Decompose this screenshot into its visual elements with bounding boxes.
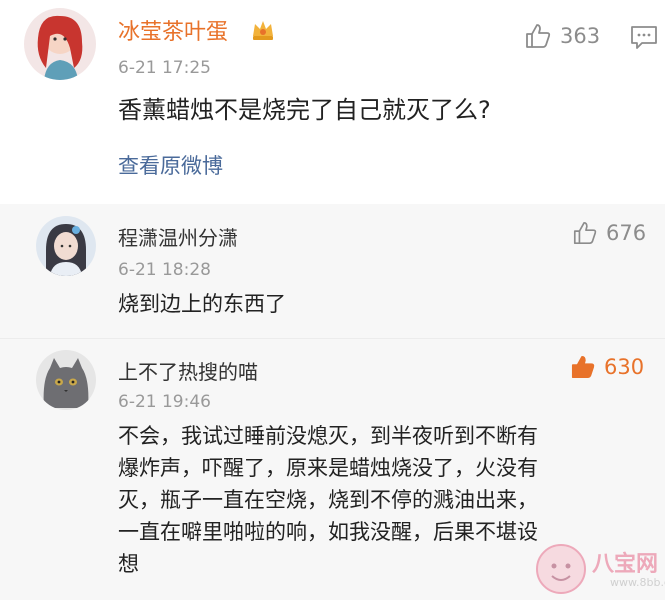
vip-badge-icon xyxy=(248,14,278,44)
thumbs-up-icon xyxy=(526,24,551,48)
like-count: 630 xyxy=(604,355,645,379)
reply-username[interactable]: 上不了热搜的喵 xyxy=(118,356,258,385)
avatar-image xyxy=(36,350,96,410)
comment-time: 6-21 17:25 xyxy=(118,58,211,78)
main-comment: 冰莹茶叶蛋 6-21 17:25 香薰蜡烛不是烧完了自己就灭了么? 查看原微博 … xyxy=(0,0,665,200)
reply-text-line: 爆炸声，吓醒了，原来是蜡烛烧没了，火没有 xyxy=(118,456,538,480)
comment-icon[interactable] xyxy=(630,24,658,50)
comment-text: 香薰蜡烛不是烧完了自己就灭了么? xyxy=(118,96,491,124)
watermark-url: www.8bb.com xyxy=(610,576,665,589)
like-count: 676 xyxy=(606,221,647,245)
avatar[interactable] xyxy=(24,8,96,80)
divider xyxy=(0,338,665,339)
watermark-text: 八宝网 xyxy=(592,552,659,577)
reply-like-button[interactable]: 630 xyxy=(570,354,644,380)
avatar[interactable] xyxy=(36,216,96,276)
watermark: 八宝网 www.8bb.com xyxy=(530,540,665,598)
avatar-image xyxy=(24,8,96,80)
thumbs-up-icon xyxy=(571,355,595,379)
watermark-logo-icon xyxy=(534,542,588,596)
like-button[interactable]: 363 xyxy=(524,22,600,50)
avatar-image xyxy=(36,216,96,276)
username[interactable]: 冰莹茶叶蛋 xyxy=(118,14,228,46)
reply-text-line: 不会，我试过睡前没熄灭，到半夜听到不断有 xyxy=(118,424,538,448)
like-count: 363 xyxy=(560,24,601,48)
reply-time: 6-21 18:28 xyxy=(118,260,211,280)
reply-text: 烧到边上的东西了 xyxy=(118,292,286,316)
weibo-comment-page: 冰莹茶叶蛋 6-21 17:25 香薰蜡烛不是烧完了自己就灭了么? 查看原微博 … xyxy=(0,0,665,600)
reply-username[interactable]: 程潇温州分潇 xyxy=(118,222,238,251)
reply-like-button[interactable]: 676 xyxy=(572,220,646,246)
reply-time: 6-21 19:46 xyxy=(118,392,211,412)
thumbs-up-icon xyxy=(573,221,597,245)
reply-text-line: 灭，瓶子一直在空烧，烧到不停的溅油出来， xyxy=(118,488,538,512)
avatar[interactable] xyxy=(36,350,96,410)
view-original-weibo-link[interactable]: 查看原微博 xyxy=(118,150,223,180)
